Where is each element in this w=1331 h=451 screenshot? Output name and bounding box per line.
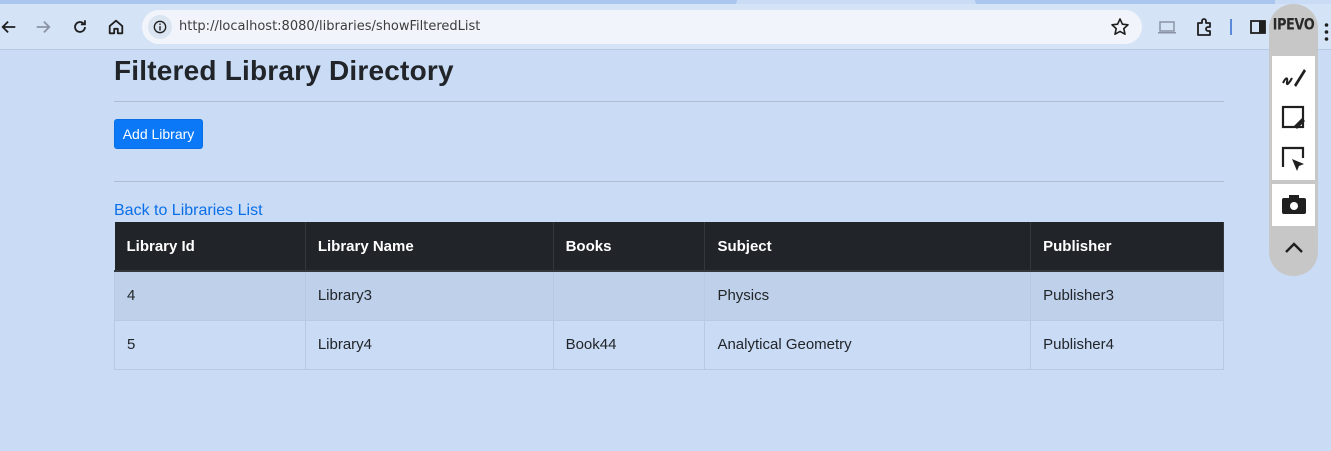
camera-icon (1281, 195, 1306, 214)
cell-publisher: Publisher3 (1030, 271, 1224, 321)
cell-library-id: 5 (114, 320, 306, 370)
cell-subject: Analytical Geometry (704, 320, 1032, 370)
column-header-library-name: Library Name (305, 222, 554, 272)
extensions-icon[interactable] (1194, 17, 1214, 37)
cell-publisher: Publisher4 (1030, 320, 1224, 370)
side-panel-icon[interactable] (1248, 17, 1268, 37)
back-arrow-icon[interactable] (0, 12, 24, 42)
table-header-row: Library Id Library Name Books Subject Pu… (114, 222, 1224, 272)
ipevo-logo: IPEVO (1272, 16, 1315, 35)
screenshot-draw-icon[interactable] (1280, 104, 1308, 132)
address-bar[interactable]: http://localhost:8080/libraries/showFilt… (142, 10, 1142, 44)
browser-toolbar: http://localhost:8080/libraries/showFilt… (0, 4, 1331, 50)
divider (114, 181, 1224, 182)
divider (114, 101, 1224, 102)
ipevo-tool-group (1272, 56, 1315, 180)
ipevo-side-panel: IPEVO (1269, 4, 1318, 276)
column-header-library-id: Library Id (114, 222, 306, 272)
add-library-button[interactable]: Add Library (114, 119, 203, 149)
cell-books (553, 271, 706, 321)
toolbar-separator (1230, 19, 1232, 35)
back-to-libraries-link[interactable]: Back to Libraries List (114, 202, 263, 220)
forward-arrow-icon[interactable] (28, 12, 58, 42)
cast-icon[interactable] (1157, 17, 1177, 37)
bookmark-star-icon[interactable] (1110, 17, 1130, 37)
camera-button[interactable] (1272, 184, 1315, 226)
cell-library-name: Library3 (305, 271, 554, 321)
home-icon[interactable] (101, 12, 131, 42)
page-title: Filtered Library Directory (114, 55, 454, 86)
kebab-menu-icon[interactable] (1322, 22, 1331, 42)
table-row: 4 Library3 Physics Publisher3 (114, 271, 1224, 321)
reload-icon[interactable] (65, 12, 95, 42)
cell-subject: Physics (704, 271, 1032, 321)
column-header-subject: Subject (704, 222, 1032, 272)
cell-books: Book44 (553, 320, 706, 370)
cell-library-name: Library4 (305, 320, 554, 370)
cell-library-id: 4 (114, 271, 306, 321)
annotate-icon[interactable] (1280, 63, 1308, 91)
table-row: 5 Library4 Book44 Analytical Geometry Pu… (114, 320, 1224, 370)
collapse-up-icon[interactable] (1269, 230, 1318, 266)
region-select-icon[interactable] (1280, 145, 1308, 173)
column-header-publisher: Publisher (1030, 222, 1224, 272)
libraries-table: Library Id Library Name Books Subject Pu… (114, 222, 1224, 370)
site-info-icon[interactable] (148, 15, 172, 39)
url-text[interactable]: http://localhost:8080/libraries/showFilt… (179, 19, 480, 34)
column-header-books: Books (553, 222, 706, 272)
